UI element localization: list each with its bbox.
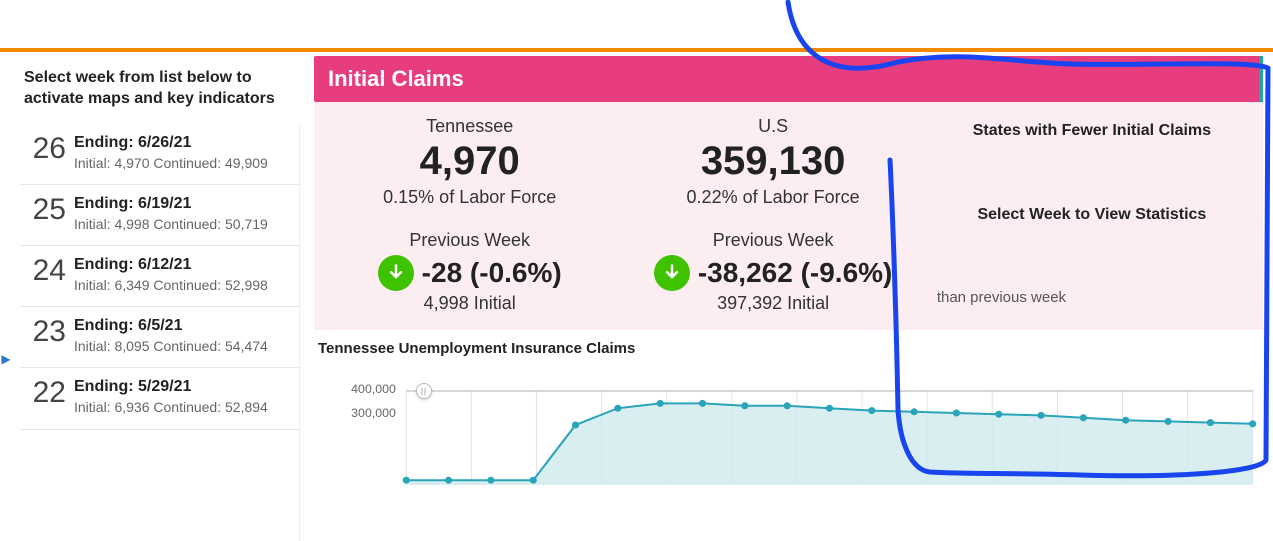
tennessee-col: Tennessee 4,970 0.15% of Labor Force Pre… bbox=[322, 116, 617, 314]
expand-handle-icon[interactable]: ▶ bbox=[0, 350, 12, 368]
us-big: 359,130 bbox=[625, 137, 920, 185]
week-item[interactable]: 22Ending: 5/29/21 Initial: 6,936 Continue… bbox=[20, 368, 299, 429]
week-number: 22 bbox=[28, 378, 74, 408]
svg-text:300,000: 300,000 bbox=[351, 406, 396, 420]
week-ending: Ending: 6/26/21 bbox=[74, 134, 291, 152]
tn-label: Tennessee bbox=[322, 116, 617, 137]
claims-chart[interactable]: 300,000 400,000 || bbox=[334, 359, 1263, 489]
us-sub: 0.22% of Labor Force bbox=[625, 187, 920, 208]
week-ending: Ending: 6/19/21 bbox=[74, 195, 291, 213]
week-number: 23 bbox=[28, 317, 74, 347]
us-label: U.S bbox=[625, 116, 920, 137]
chart-title: Tennessee Unemployment Insurance Claims bbox=[314, 330, 1263, 359]
side-title: States with Fewer Initial Claims bbox=[973, 122, 1211, 140]
tn-delta: -28 (-0.6%) bbox=[422, 257, 562, 289]
week-stats: Initial: 6,936 Continued: 52,894 bbox=[74, 398, 291, 416]
week-stats: Initial: 4,998 Continued: 50,719 bbox=[74, 215, 291, 233]
tn-prev-label: Previous Week bbox=[322, 230, 617, 251]
states-side-col: States with Fewer Initial Claims Select … bbox=[929, 116, 1255, 314]
week-item[interactable]: 23Ending: 6/5/21 Initial: 8,095 Continued… bbox=[20, 307, 299, 368]
tn-big: 4,970 bbox=[322, 137, 617, 185]
tn-sub: 0.15% of Labor Force bbox=[322, 187, 617, 208]
week-item[interactable]: 26Ending: 6/26/21 Initial: 4,970 Continue… bbox=[20, 124, 299, 185]
svg-text:400,000: 400,000 bbox=[351, 382, 396, 396]
weeks-list[interactable]: 26Ending: 6/26/21 Initial: 4,970 Continue… bbox=[20, 124, 300, 541]
week-stats: Initial: 8,095 Continued: 54,474 bbox=[74, 337, 291, 355]
week-number: 24 bbox=[28, 256, 74, 286]
sidebar-title: Select week from list below to activate … bbox=[20, 62, 300, 124]
chart-svg: 300,000 400,000 bbox=[334, 359, 1263, 489]
week-ending: Ending: 6/12/21 bbox=[74, 256, 291, 274]
tn-delta-sub: 4,998 Initial bbox=[322, 293, 617, 314]
week-ending: Ending: 5/29/21 bbox=[74, 378, 291, 396]
week-item[interactable]: 24Ending: 6/12/21 Initial: 6,349 Continue… bbox=[20, 246, 299, 307]
week-sidebar: Select week from list below to activate … bbox=[0, 52, 300, 541]
week-number: 26 bbox=[28, 134, 74, 164]
week-item[interactable]: 25Ending: 6/19/21 Initial: 4,998 Continue… bbox=[20, 185, 299, 246]
week-number: 25 bbox=[28, 195, 74, 225]
us-col: U.S 359,130 0.22% of Labor Force Previou… bbox=[625, 116, 920, 314]
down-arrow-icon bbox=[378, 255, 414, 291]
us-delta-sub: 397,392 Initial bbox=[625, 293, 920, 314]
week-ending: Ending: 6/5/21 bbox=[74, 317, 291, 335]
us-delta: -38,262 (-9.6%) bbox=[698, 257, 893, 289]
us-prev-label: Previous Week bbox=[625, 230, 920, 251]
panel-header: Initial Claims bbox=[314, 56, 1263, 102]
down-arrow-icon bbox=[654, 255, 690, 291]
week-stats: Initial: 6,349 Continued: 52,998 bbox=[74, 276, 291, 294]
main-panel: Initial Claims Tennessee 4,970 0.15% of … bbox=[300, 52, 1273, 541]
chart-slider-handle[interactable]: || bbox=[416, 383, 432, 399]
side-select: Select Week to View Statistics bbox=[977, 206, 1206, 224]
week-stats: Initial: 4,970 Continued: 49,909 bbox=[74, 154, 291, 172]
side-than: than previous week bbox=[937, 289, 1066, 306]
stats-panel: Tennessee 4,970 0.15% of Labor Force Pre… bbox=[314, 102, 1263, 330]
